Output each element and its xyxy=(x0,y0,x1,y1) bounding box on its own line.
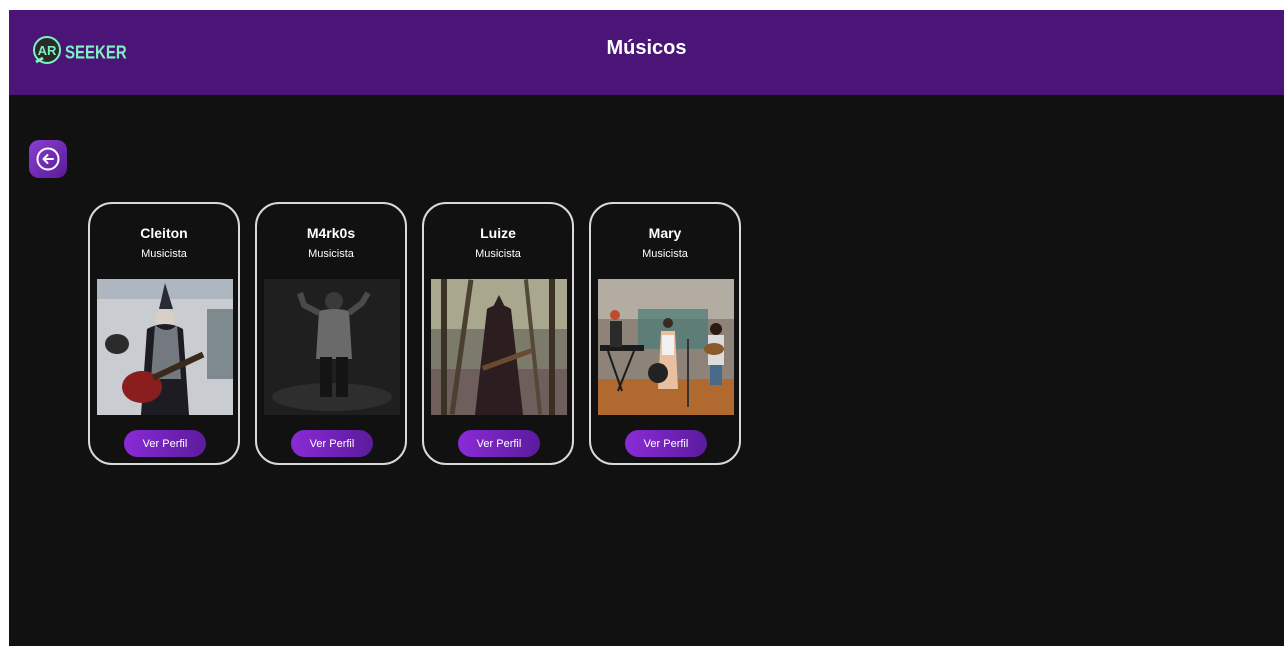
musician-photo xyxy=(598,279,734,415)
musician-card-list: Cleiton Musicista Ver Perfil M4rk0s Musi… xyxy=(88,202,741,465)
arrow-left-circle-icon xyxy=(36,147,60,171)
musician-name: Mary xyxy=(648,225,682,241)
musician-card: Mary Musicista Ver Perfil xyxy=(589,202,741,465)
musician-photo xyxy=(431,279,567,415)
musician-name: Cleiton xyxy=(140,225,188,241)
back-button[interactable] xyxy=(29,140,67,178)
app-root: AR SEEKER Músicos Cleiton Musicista Ver … xyxy=(9,10,1284,646)
musician-name: M4rk0s xyxy=(306,225,356,241)
musician-role: Musicista xyxy=(642,248,688,260)
musician-role: Musicista xyxy=(308,248,354,260)
view-profile-button[interactable]: Ver Perfil xyxy=(625,430,707,457)
musician-card: M4rk0s Musicista Ver Perfil xyxy=(255,202,407,465)
musician-photo xyxy=(264,279,400,415)
musician-photo xyxy=(97,279,233,415)
header-bar: AR SEEKER Músicos xyxy=(9,10,1284,95)
page-title: Músicos xyxy=(606,37,687,59)
musician-role: Musicista xyxy=(141,248,187,260)
view-profile-button[interactable]: Ver Perfil xyxy=(124,430,206,457)
view-profile-button[interactable]: Ver Perfil xyxy=(291,430,373,457)
musician-card: Cleiton Musicista Ver Perfil xyxy=(88,202,240,465)
musician-card: Luize Musicista Ver Perfil xyxy=(422,202,574,465)
musician-role: Musicista xyxy=(475,248,521,260)
view-profile-button[interactable]: Ver Perfil xyxy=(458,430,540,457)
musician-name: Luize xyxy=(480,225,516,241)
